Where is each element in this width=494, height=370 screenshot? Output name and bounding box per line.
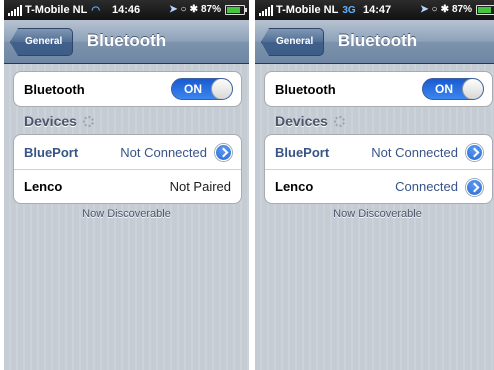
carrier-name: T-Mobile NL [276, 4, 339, 16]
status-time: 14:46 [112, 4, 141, 16]
lock-rotation-icon: ○ [431, 4, 438, 15]
status-right: ➤ ○ ✱ 87% [169, 4, 247, 15]
toggle-knob [211, 79, 232, 99]
device-row-lenco[interactable]: Lenco Connected [265, 169, 492, 203]
iphone-screen-right: T-Mobile NL 3G 14:47 ➤ ○ ✱ 87% General B… [255, 0, 494, 370]
device-status: Not Connected [120, 144, 207, 160]
bluetooth-row: Bluetooth ON [265, 72, 492, 106]
device-row-blueport[interactable]: BluePort Not Connected [14, 135, 241, 169]
lock-rotation-icon: ○ [180, 4, 187, 15]
bluetooth-toggle-group: Bluetooth ON [13, 71, 242, 107]
devices-list: BluePort Not Connected Lenco Not Paired [13, 134, 242, 204]
navigation-bar: General Bluetooth [255, 20, 494, 64]
wifi-icon: ◠ [91, 4, 101, 16]
iphone-screen-left: T-Mobile NL ◠ 14:46 ➤ ○ ✱ 87% General Bl… [4, 0, 249, 370]
devices-header: Devices [275, 113, 345, 129]
bluetooth-icon: ✱ [440, 4, 449, 15]
toggle-label: ON [184, 82, 202, 96]
devices-header-label: Devices [275, 113, 328, 129]
device-name: Lenco [275, 179, 314, 194]
page-title: Bluetooth [337, 31, 418, 50]
devices-header: Devices [24, 113, 94, 129]
devices-header-label: Devices [24, 113, 77, 129]
device-name: Lenco [24, 179, 63, 194]
navigation-bar: General Bluetooth [4, 20, 249, 64]
device-name: BluePort [275, 144, 330, 160]
page-title: Bluetooth [86, 31, 167, 50]
detail-disclosure-icon[interactable] [466, 144, 483, 161]
discoverable-note: Now Discoverable [333, 208, 422, 220]
network-type: 3G [342, 4, 356, 16]
battery-percent: 87% [200, 4, 221, 15]
status-right: ➤ ○ ✱ 87% [420, 4, 494, 15]
device-row-blueport[interactable]: BluePort Not Connected [265, 135, 492, 169]
device-status: Not Paired [169, 179, 231, 194]
bluetooth-label: Bluetooth [275, 81, 336, 97]
bluetooth-label: Bluetooth [24, 81, 85, 97]
location-icon: ➤ [420, 4, 429, 15]
bluetooth-toggle[interactable]: ON [171, 78, 233, 100]
bluetooth-toggle[interactable]: ON [422, 78, 484, 100]
battery-icon [225, 4, 247, 15]
signal-strength-icon [259, 4, 273, 16]
bluetooth-icon: ✱ [189, 4, 198, 15]
searching-spinner-icon [82, 115, 94, 127]
status-time: 14:47 [363, 4, 392, 16]
toggle-knob [462, 79, 483, 99]
bluetooth-toggle-group: Bluetooth ON [264, 71, 493, 107]
location-icon: ➤ [169, 4, 178, 15]
devices-list: BluePort Not Connected Lenco Connected [264, 134, 493, 204]
detail-disclosure-icon[interactable] [466, 179, 483, 196]
bluetooth-row: Bluetooth ON [14, 72, 241, 106]
carrier-name: T-Mobile NL [25, 4, 88, 16]
status-bar: T-Mobile NL 3G 14:47 ➤ ○ ✱ 87% [255, 0, 494, 20]
battery-icon [476, 4, 494, 15]
device-status: Not Connected [371, 144, 458, 160]
searching-spinner-icon [333, 115, 345, 127]
device-status: Connected [395, 179, 458, 194]
toggle-label: ON [435, 82, 453, 96]
device-row-lenco[interactable]: Lenco Not Paired [14, 169, 241, 203]
detail-disclosure-icon[interactable] [215, 144, 232, 161]
status-bar: T-Mobile NL ◠ 14:46 ➤ ○ ✱ 87% [4, 0, 249, 20]
signal-strength-icon [8, 4, 22, 16]
battery-percent: 87% [451, 4, 472, 15]
device-name: BluePort [24, 144, 79, 160]
discoverable-note: Now Discoverable [82, 208, 171, 220]
